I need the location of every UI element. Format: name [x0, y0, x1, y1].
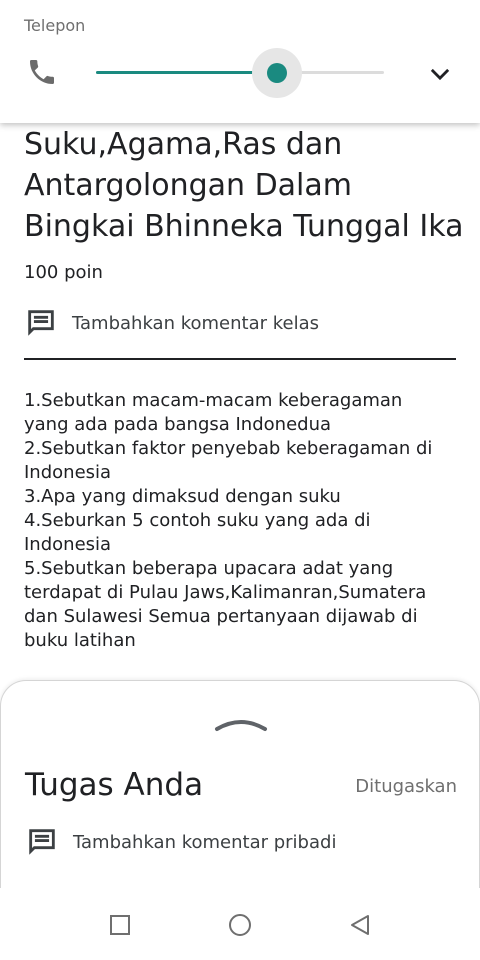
add-class-comment-label: Tambahkan komentar kelas — [72, 312, 319, 334]
description-line: 4.Seburkan 5 contoh suku yang ada di — [24, 510, 371, 531]
slider-fill — [96, 71, 278, 74]
description-line: Indonesia — [24, 534, 112, 555]
assignment-status: Ditugaskan — [355, 776, 457, 797]
your-work-title: Tugas Anda — [25, 767, 204, 803]
description-line: terdapat di Pulau Jaws,Kalimanran,Sumate… — [24, 582, 427, 603]
comment-icon — [29, 829, 55, 855]
description-line: buku latihan — [24, 630, 136, 651]
volume-stream-label: Telepon — [24, 16, 86, 35]
add-class-comment-button[interactable]: Tambahkan komentar kelas — [24, 306, 319, 340]
volume-panel: Telepon — [0, 0, 480, 123]
add-private-comment-button[interactable]: Tambahkan komentar pribadi — [25, 825, 336, 859]
add-private-comment-label: Tambahkan komentar pribadi — [73, 831, 337, 853]
description-line: Indonesia — [24, 462, 112, 483]
your-work-sheet[interactable]: Tugas Anda Ditugaskan Tambahkan komentar… — [0, 680, 480, 891]
title-line: Bingkai Bhinneka Tunggal Ika — [24, 209, 464, 244]
title-line: Antargolongan Dalam — [24, 168, 352, 203]
description-line: dan Sulawesi Semua pertanyaan dijawab di — [24, 606, 418, 627]
description-line: 3.Apa yang dimaksud dengan suku — [24, 486, 341, 507]
description-line: 1.Sebutkan macam-macam keberagaman — [24, 390, 403, 411]
assignment-description: 1.Sebutkan macam-macam keberagaman yang … — [24, 389, 464, 653]
description-line: 2.Sebutkan faktor penyebab keberagaman d… — [24, 438, 433, 459]
chevron-down-icon[interactable] — [426, 60, 454, 88]
description-line: 5.Sebutkan beberapa upacara adat yang — [24, 558, 394, 579]
section-divider — [24, 358, 456, 360]
phone-icon[interactable] — [26, 56, 58, 88]
comment-icon — [28, 310, 54, 336]
system-nav-bar — [0, 888, 480, 960]
recent-apps-icon[interactable] — [105, 910, 135, 940]
home-icon[interactable] — [225, 910, 255, 940]
title-line: Suku,Agama,Ras dan — [24, 127, 343, 162]
assignment-title: Suku,Agama,Ras dan Antargolongan Dalam B… — [24, 124, 464, 247]
points-label: 100 poin — [24, 262, 103, 283]
back-icon[interactable] — [345, 910, 375, 940]
volume-slider[interactable] — [96, 48, 384, 98]
chevron-up-icon[interactable] — [211, 711, 271, 735]
description-line: yang ada pada bangsa Indonedua — [24, 414, 332, 435]
